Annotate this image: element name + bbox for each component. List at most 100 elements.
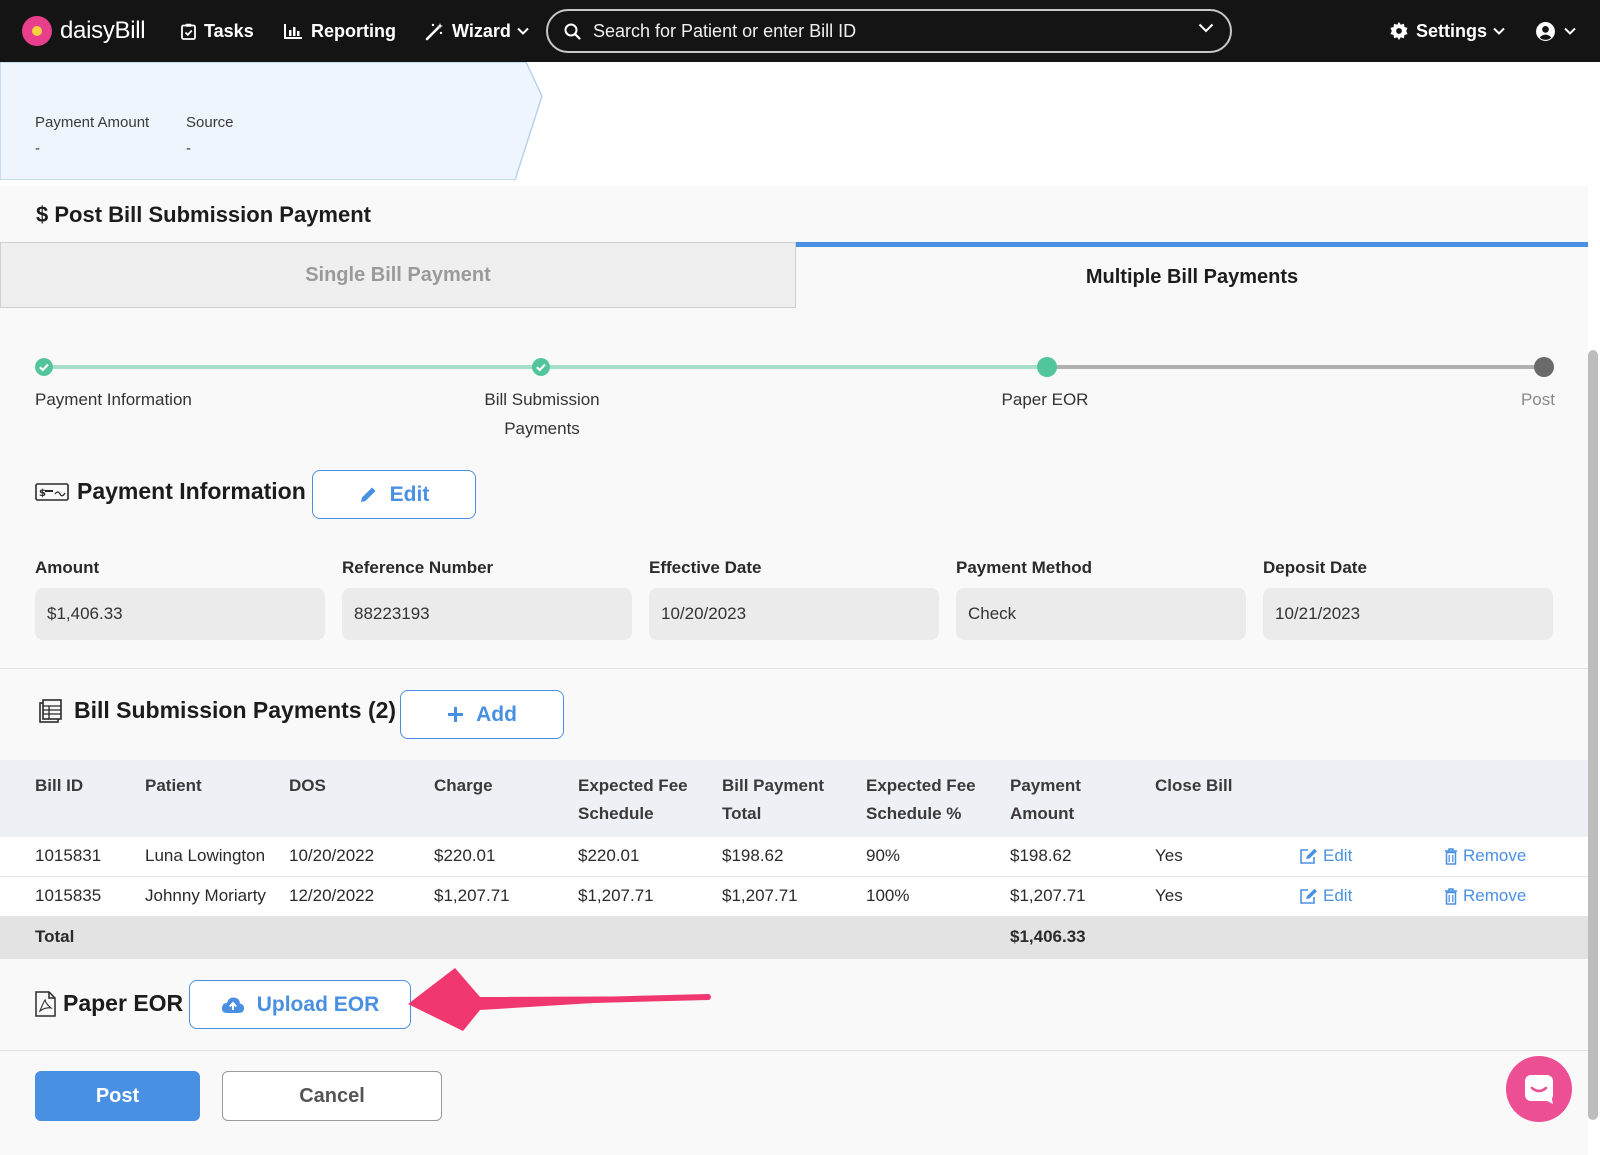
edit-payment-info-button[interactable]: Edit bbox=[312, 470, 476, 519]
cell-expected-fee: $1,207.71 bbox=[578, 886, 654, 905]
step-label-post: Post bbox=[1520, 390, 1555, 409]
stepper-line-complete bbox=[542, 365, 1048, 369]
cell-patient: Johnny Moriarty bbox=[145, 886, 266, 905]
magic-wand-icon bbox=[425, 22, 443, 40]
chevron-down-icon[interactable] bbox=[1198, 23, 1214, 33]
row-edit-link[interactable]: Edit bbox=[1299, 886, 1352, 906]
nav-settings[interactable]: Settings bbox=[1390, 18, 1505, 44]
payment-information-heading: $ Payment Information bbox=[35, 478, 306, 505]
nav-reporting[interactable]: Reporting bbox=[284, 18, 396, 44]
cell-patient: Luna Lowington bbox=[145, 846, 266, 865]
pdf-file-icon bbox=[35, 990, 56, 1017]
th-close-bill: Close Bill bbox=[1155, 776, 1233, 795]
edit-square-icon bbox=[1300, 848, 1317, 864]
th-dos: DOS bbox=[289, 776, 326, 795]
nav-tasks[interactable]: Tasks bbox=[181, 18, 254, 44]
step-label-paper-eor: Paper EOR bbox=[1001, 390, 1089, 409]
th-expected-fee-pct-line2: Schedule % bbox=[866, 804, 962, 823]
payment-method-label: Payment Method bbox=[956, 558, 1093, 577]
cell-bill-id: 1015831 bbox=[35, 846, 102, 865]
patient-search[interactable]: Search for Patient or enter Bill ID bbox=[546, 9, 1232, 53]
nav-tasks-label: Tasks bbox=[204, 20, 254, 41]
deposit-date-label: Deposit Date bbox=[1263, 558, 1367, 577]
th-expected-fee-schedule-line2: Schedule bbox=[578, 804, 654, 823]
annotation-arrow bbox=[408, 968, 711, 1031]
tab-single-bill-payment[interactable]: Single Bill Payment bbox=[0, 242, 796, 308]
row-remove-link[interactable]: Remove bbox=[1444, 886, 1526, 906]
section-divider bbox=[0, 1050, 1588, 1051]
stepper-line-complete bbox=[44, 365, 542, 369]
row-edit-link[interactable]: Edit bbox=[1299, 846, 1352, 866]
cell-charge: $1,207.71 bbox=[434, 886, 510, 905]
payment-amount-value: - bbox=[35, 140, 40, 157]
th-bill-id: Bill ID bbox=[35, 776, 84, 795]
daisy-logo-icon bbox=[22, 16, 52, 46]
payment-amount-label: Payment Amount bbox=[35, 114, 150, 131]
nav-wizard-label: Wizard bbox=[452, 20, 511, 41]
th-bill-payment-total: Bill Payment bbox=[722, 776, 825, 795]
row-remove-link[interactable]: Remove bbox=[1444, 846, 1526, 866]
payment-information-title: Payment Information bbox=[77, 478, 306, 504]
amount-field: $1,406.33 bbox=[35, 588, 325, 640]
th-patient: Patient bbox=[145, 776, 202, 795]
section-divider bbox=[0, 668, 1588, 669]
top-nav: daisyBill Tasks Reporting Wizard Search … bbox=[0, 0, 1600, 62]
cell-payment-amount: $1,207.71 bbox=[1010, 886, 1086, 905]
row-remove-label: Remove bbox=[1463, 886, 1527, 905]
edit-label: Edit bbox=[389, 482, 430, 506]
th-bill-payment-total-line2: Total bbox=[722, 804, 762, 823]
paper-eor-title: Paper EOR bbox=[63, 990, 184, 1016]
user-menu[interactable] bbox=[1535, 18, 1576, 44]
step-current-dot bbox=[1037, 357, 1057, 377]
reference-number-field: 88223193 bbox=[342, 588, 632, 640]
step-complete-check-icon bbox=[532, 358, 550, 376]
cell-fee-pct: 100% bbox=[866, 886, 910, 905]
source-value: - bbox=[186, 140, 191, 157]
pencil-icon bbox=[360, 487, 376, 502]
paper-eor-heading: Paper EOR bbox=[35, 990, 183, 1017]
cell-bill-id: 1015835 bbox=[35, 886, 102, 905]
th-charge: Charge bbox=[434, 776, 493, 795]
search-placeholder: Search for Patient or enter Bill ID bbox=[593, 20, 857, 41]
step-label-bill-submission: Bill Submission bbox=[484, 390, 600, 409]
tab-multiple-bill-payments[interactable]: Multiple Bill Payments bbox=[796, 242, 1588, 308]
page-scrollbar[interactable] bbox=[1588, 350, 1598, 1120]
source-label: Source bbox=[186, 114, 234, 131]
total-value: $1,406.33 bbox=[1010, 927, 1086, 946]
total-label: Total bbox=[35, 927, 75, 946]
effective-date-label: Effective Date bbox=[649, 558, 762, 577]
effective-date-field: 10/20/2023 bbox=[649, 588, 939, 640]
reference-number-label: Reference Number bbox=[342, 558, 494, 577]
cell-dos: 10/20/2022 bbox=[289, 846, 375, 865]
logo-text: daisyBill bbox=[60, 17, 146, 44]
deposit-date-field: 10/21/2023 bbox=[1263, 588, 1553, 640]
post-button[interactable]: Post bbox=[35, 1071, 200, 1121]
th-payment-amount: Payment bbox=[1010, 776, 1081, 795]
chevron-down-icon bbox=[1493, 27, 1505, 35]
gear-icon bbox=[1390, 22, 1408, 40]
th-expected-fee-schedule: Expected Fee bbox=[578, 776, 688, 795]
cancel-button[interactable]: Cancel bbox=[222, 1071, 442, 1121]
bill-payments-heading: Bill Submission Payments (2) bbox=[38, 697, 396, 724]
chevron-down-icon bbox=[1564, 27, 1576, 35]
cell-bill-payment-total: $1,207.71 bbox=[722, 886, 798, 905]
trash-icon bbox=[1445, 847, 1457, 865]
amount-label: Amount bbox=[35, 558, 100, 577]
add-bill-payment-button[interactable]: Add bbox=[400, 690, 564, 739]
th-expected-fee-pct: Expected Fee bbox=[866, 776, 976, 795]
logo[interactable]: daisyBill bbox=[22, 15, 146, 47]
edit-square-icon bbox=[1300, 888, 1317, 904]
cell-charge: $220.01 bbox=[434, 846, 496, 865]
upload-eor-label: Upload EOR bbox=[256, 992, 380, 1016]
payment-method-field: Check bbox=[956, 588, 1246, 640]
chat-launcher[interactable] bbox=[1506, 1056, 1572, 1122]
cloud-upload-icon bbox=[221, 996, 244, 1013]
nav-wizard[interactable]: Wizard bbox=[425, 18, 529, 44]
cell-dos: 12/20/2022 bbox=[289, 886, 375, 905]
upload-eor-button[interactable]: Upload EOR bbox=[189, 980, 411, 1029]
cell-payment-amount: $198.62 bbox=[1010, 846, 1072, 865]
cell-expected-fee: $220.01 bbox=[578, 846, 640, 865]
add-label: Add bbox=[476, 702, 517, 726]
table-total-row bbox=[0, 917, 1588, 959]
chevron-down-icon bbox=[517, 27, 529, 35]
